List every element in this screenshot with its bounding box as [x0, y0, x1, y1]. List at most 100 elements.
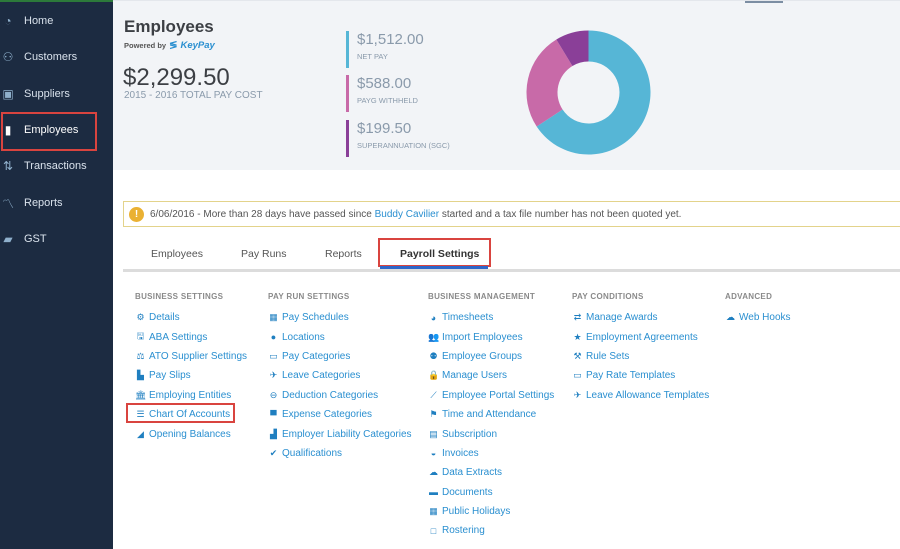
link-opening-balances[interactable]: ◢ Opening Balances: [135, 424, 247, 443]
clock-icon: ◕: [430, 312, 437, 323]
link-label: Web Hooks: [739, 312, 791, 324]
dashboard-icon: ◔: [4, 14, 12, 28]
link-label: Data Extracts: [442, 467, 503, 479]
alert-text: 6/06/2016 - More than 28 days have passe…: [150, 209, 681, 220]
sidebar-item-gst[interactable]: ▰ GST: [0, 224, 113, 254]
lock-icon: 🔒: [428, 370, 440, 381]
chart-line-icon: 〽: [1, 196, 14, 211]
link-web-hooks[interactable]: ☁ Web Hooks: [725, 308, 791, 327]
star-icon: ★: [573, 331, 582, 342]
keypay-logo-icon: ≶: [169, 40, 178, 51]
link-pay-slips[interactable]: ▙ Pay Slips: [135, 366, 247, 385]
link-label: Employee Groups: [442, 350, 523, 362]
money-icon: ▭: [269, 350, 278, 361]
link-label: Qualifications: [282, 447, 343, 459]
link-pay-rate-templates[interactable]: ▭ Pay Rate Templates: [572, 366, 709, 385]
stat-value: $1,512.00: [357, 31, 424, 48]
advanced-column: ADVANCED ☁ Web Hooks: [725, 292, 791, 327]
folder-icon: ▬: [429, 487, 438, 498]
bank-icon: 🏛: [135, 389, 147, 400]
cloud-download-icon: ☁: [429, 467, 438, 478]
tfn-alert: ! 6/06/2016 - More than 28 days have pas…: [123, 201, 900, 227]
link-locations[interactable]: ● Locations: [268, 327, 412, 346]
link-subscription[interactable]: ▤ Subscription: [428, 424, 554, 443]
link-label: Leave Allowance Templates: [586, 389, 710, 401]
money-icon: ▭: [573, 370, 582, 381]
sidebar-item-customers[interactable]: ⚇ Customers: [0, 42, 113, 72]
sidebar-item-suppliers[interactable]: ▣ Suppliers: [0, 79, 113, 109]
sidebar-item-label: Suppliers: [24, 88, 70, 100]
link-label: Import Employees: [442, 331, 523, 343]
stat-net-pay: $1,512.00 NET PAY: [346, 31, 424, 68]
stat-superannuation: $199.50 SUPERANNUATION (SGC): [346, 120, 450, 157]
calendar-icon: ▦: [429, 506, 438, 517]
section-heading: BUSINESS SETTINGS: [135, 292, 224, 301]
link-invoices[interactable]: ◒ Invoices: [428, 444, 554, 463]
link-label: Pay Schedules: [282, 312, 349, 324]
link-label: ATO Supplier Settings: [149, 350, 248, 362]
sidebar-item-label: Transactions: [24, 160, 87, 172]
summary-panel: Employees Powered by ≶ KeyPay $2,299.50 …: [113, 0, 900, 170]
link-pay-schedules[interactable]: ▦ Pay Schedules: [268, 308, 412, 327]
highlight-box: [126, 403, 235, 423]
link-label: Documents: [442, 486, 493, 498]
link-employee-groups[interactable]: ⚉ Employee Groups: [428, 347, 554, 366]
link-rule-sets[interactable]: ⚒ Rule Sets: [572, 347, 709, 366]
stat-label: PAYG WITHHELD: [357, 96, 418, 105]
employee-link[interactable]: Buddy Cavilier: [375, 209, 439, 220]
gavel-icon: ⚒: [573, 350, 582, 361]
check-icon: ✔: [269, 447, 278, 458]
link-expense-categories[interactable]: ▀ Expense Categories: [268, 405, 412, 424]
link-ato-supplier-settings[interactable]: ⚖ ATO Supplier Settings: [135, 347, 247, 366]
link-time-and-attendance[interactable]: ⚑ Time and Attendance: [428, 405, 554, 424]
link-qualifications[interactable]: ✔ Qualifications: [268, 444, 412, 463]
tab-employees[interactable]: Employees: [151, 240, 203, 267]
pay-run-settings-column: PAY RUN SETTINGS ▦ Pay Schedules ● Locatio…: [268, 292, 412, 463]
link-label: Employee Portal Settings: [442, 389, 555, 401]
transactions-icon: ⇅: [2, 159, 14, 173]
sidebar-item-home[interactable]: ◔ Home: [0, 6, 113, 36]
link-data-extracts[interactable]: ☁ Data Extracts: [428, 463, 554, 482]
link-label: Employment Agreements: [586, 331, 698, 343]
section-heading: PAY RUN SETTINGS: [268, 292, 350, 301]
link-employer-liability-categories[interactable]: ▟ Employer Liability Categories: [268, 424, 412, 443]
scales-icon: ⚖: [136, 350, 145, 361]
link-manage-awards[interactable]: ⇄ Manage Awards: [572, 308, 709, 327]
total-pay-cost-value: $2,299.50: [123, 64, 230, 91]
link-label: Subscription: [442, 428, 498, 440]
pay-breakdown-donut-chart: [526, 30, 651, 155]
link-label: Rostering: [442, 525, 485, 537]
sidebar-item-label: GST: [24, 233, 47, 245]
calendar-blank-icon: □: [430, 525, 437, 536]
link-label: Pay Slips: [149, 370, 191, 382]
link-leave-allowance-templates[interactable]: ✈ Leave Allowance Templates: [572, 386, 710, 405]
group-icon: ⚉: [429, 350, 438, 361]
stat-payg-withheld: $588.00 PAYG WITHHELD: [346, 75, 418, 112]
link-employment-agreements[interactable]: ★ Employment Agreements: [572, 327, 709, 346]
inbox-icon: ◒: [430, 448, 437, 459]
link-details[interactable]: ⚙ Details: [135, 308, 247, 327]
link-employee-portal-settings[interactable]: ⟋ Employee Portal Settings: [428, 386, 554, 405]
sidebar-item-reports[interactable]: 〽 Reports: [0, 188, 113, 218]
link-label: Details: [149, 312, 180, 324]
link-public-holidays[interactable]: ▦ Public Holidays: [428, 502, 554, 521]
tab-reports[interactable]: Reports: [325, 240, 362, 267]
powered-by-label: Powered by: [124, 41, 167, 50]
link-documents[interactable]: ▬ Documents: [428, 483, 554, 502]
tab-pay-runs[interactable]: Pay Runs: [241, 240, 287, 267]
link-leave-categories[interactable]: ✈ Leave Categories: [268, 366, 412, 385]
link-label: Manage Awards: [586, 312, 658, 324]
link-import-employees[interactable]: 👥 Import Employees: [428, 327, 554, 346]
suppliers-icon: ▣: [2, 87, 14, 101]
link-manage-users[interactable]: 🔒 Manage Users: [428, 366, 554, 385]
link-label: Time and Attendance: [442, 409, 537, 421]
link-rostering[interactable]: □ Rostering: [428, 521, 554, 540]
link-label: Rule Sets: [586, 350, 630, 362]
link-aba-settings[interactable]: 🖫 ABA Settings: [135, 327, 247, 346]
link-label: Employer Liability Categories: [282, 428, 412, 440]
link-timesheets[interactable]: ◕ Timesheets: [428, 308, 554, 327]
link-pay-categories[interactable]: ▭ Pay Categories: [268, 347, 412, 366]
active-tab-indicator: [380, 266, 488, 269]
sidebar-item-transactions[interactable]: ⇅ Transactions: [0, 151, 113, 181]
link-deduction-categories[interactable]: ⊖ Deduction Categories: [268, 386, 412, 405]
